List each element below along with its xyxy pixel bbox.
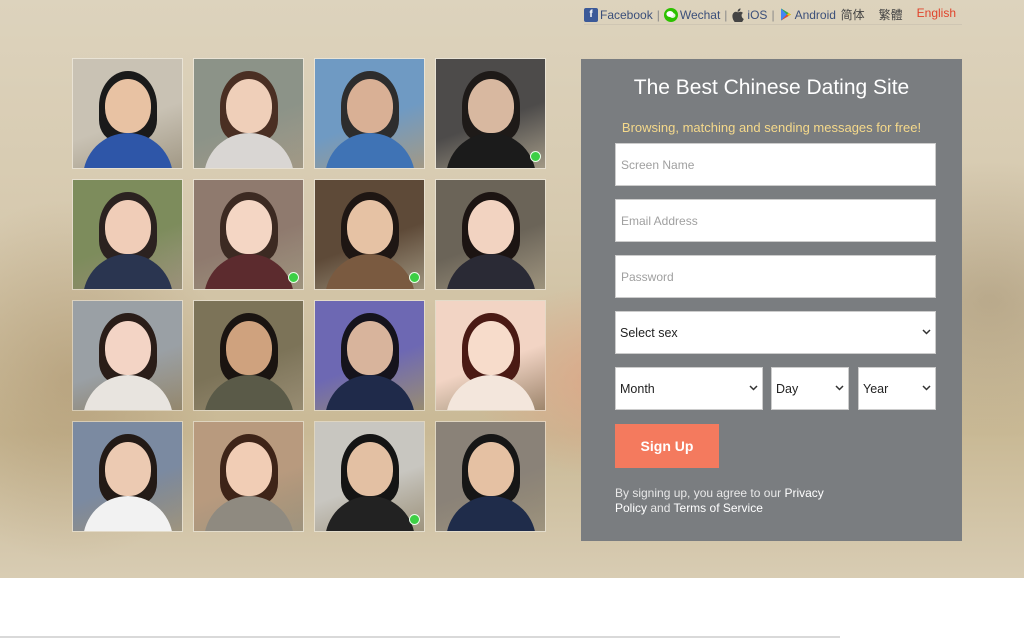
signup-panel: The Best Chinese Dating Site Browsing, m… (581, 59, 962, 541)
person-face (105, 321, 151, 375)
chevron-down-icon (749, 383, 758, 394)
profile-photo[interactable] (314, 421, 425, 532)
profile-photo[interactable] (72, 58, 183, 169)
profile-photo-grid (72, 58, 546, 532)
wechat-label: Wechat (679, 7, 721, 22)
chevron-down-icon (922, 327, 931, 338)
apple-icon (731, 7, 745, 22)
facebook-link[interactable]: f Facebook (584, 7, 653, 22)
person-face (226, 321, 272, 375)
profile-photo[interactable] (314, 300, 425, 411)
profile-photo[interactable] (435, 421, 546, 532)
facebook-label: Facebook (600, 7, 653, 22)
person-face (468, 321, 514, 375)
person-face (347, 79, 393, 133)
wechat-icon (663, 7, 678, 22)
email-input[interactable] (621, 213, 930, 228)
year-select-value: Year (863, 381, 889, 396)
person-face (226, 79, 272, 133)
month-select[interactable]: Month (615, 367, 763, 410)
online-status-dot (288, 272, 299, 283)
person-face (468, 79, 514, 133)
person-face (468, 200, 514, 254)
android-icon (779, 8, 793, 22)
panel-title: The Best Chinese Dating Site (633, 76, 910, 99)
online-status-dot (530, 151, 541, 162)
terms-prefix: By signing up, you agree to our (615, 486, 782, 500)
lang-english[interactable]: English (917, 6, 956, 23)
facebook-icon: f (584, 7, 598, 22)
separator: | (724, 7, 728, 22)
top-nav: f Facebook | Wechat | iOS | Android 简体 繁… (584, 5, 962, 25)
ios-link[interactable]: iOS (731, 8, 767, 22)
lang-simplified[interactable]: 简体 (841, 6, 865, 23)
android-link[interactable]: Android (779, 8, 836, 22)
person-face (347, 321, 393, 375)
email-field[interactable] (615, 199, 936, 242)
lang-traditional[interactable]: 繁體 (879, 6, 903, 23)
day-select[interactable]: Day (771, 367, 849, 410)
terms-of-service-link[interactable]: Terms of Service (674, 501, 763, 515)
language-switcher: 简体 繁體 English (841, 6, 962, 23)
separator: | (771, 7, 775, 22)
profile-photo[interactable] (72, 421, 183, 532)
profile-photo[interactable] (193, 421, 304, 532)
person-face (226, 200, 272, 254)
person-face (468, 442, 514, 496)
person-face (105, 442, 151, 496)
profile-photo[interactable] (193, 300, 304, 411)
profile-photo[interactable] (314, 58, 425, 169)
year-select[interactable]: Year (858, 367, 936, 410)
profile-photo[interactable] (314, 179, 425, 290)
online-status-dot (409, 272, 420, 283)
profile-photo[interactable] (193, 58, 304, 169)
terms-text: By signing up, you agree to our Privacy … (615, 486, 855, 516)
person-face (105, 200, 151, 254)
online-status-dot (409, 514, 420, 525)
profile-photo[interactable] (435, 300, 546, 411)
panel-subtitle: Browsing, matching and sending messages … (621, 120, 922, 135)
person-face (105, 79, 151, 133)
sex-select-value: Select sex (620, 325, 678, 340)
password-field[interactable] (615, 255, 936, 298)
footer-area (0, 578, 1024, 640)
screen-name-input[interactable] (621, 157, 930, 172)
screen-name-field[interactable] (615, 143, 936, 186)
android-label: Android (794, 7, 836, 22)
sign-up-button[interactable]: Sign Up (615, 424, 719, 468)
profile-photo[interactable] (72, 179, 183, 290)
person-face (347, 442, 393, 496)
separator: | (656, 7, 660, 22)
sex-select[interactable]: Select sex (615, 311, 936, 354)
profile-photo[interactable] (193, 179, 304, 290)
profile-photo[interactable] (72, 300, 183, 411)
profile-photo[interactable] (435, 179, 546, 290)
person-face (226, 442, 272, 496)
chevron-down-icon (835, 383, 844, 394)
password-input[interactable] (621, 269, 930, 284)
ios-label: iOS (747, 7, 768, 22)
profile-photo[interactable] (435, 58, 546, 169)
social-links: f Facebook | Wechat | iOS | Android (584, 7, 836, 22)
terms-and: and (650, 501, 671, 515)
chevron-down-icon (922, 383, 931, 394)
month-select-value: Month (620, 381, 655, 396)
wechat-link[interactable]: Wechat (663, 7, 721, 22)
day-select-value: Day (776, 381, 799, 396)
person-face (347, 200, 393, 254)
horizontal-scrollbar[interactable] (0, 636, 840, 638)
